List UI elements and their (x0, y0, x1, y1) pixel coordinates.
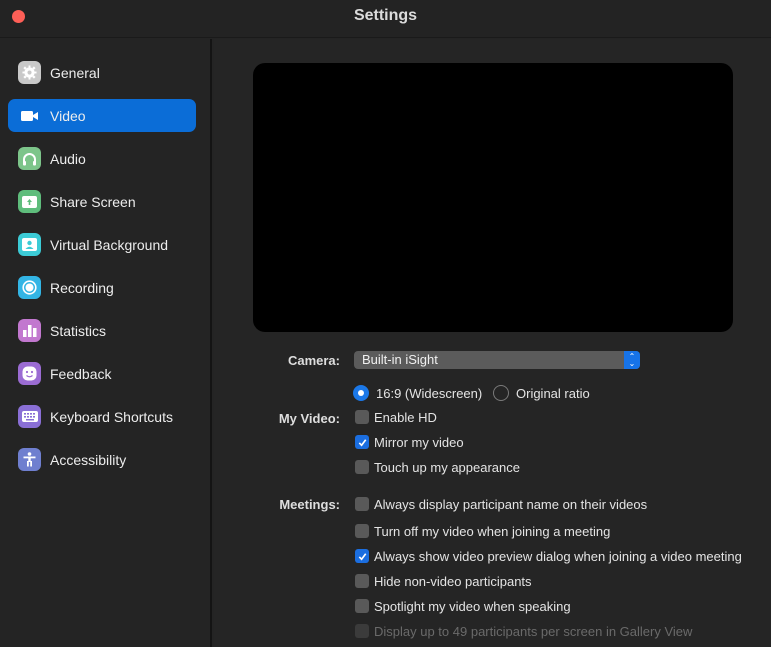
sidebar-item-label: General (50, 64, 100, 81)
option-label: Display up to 49 participants per screen… (374, 623, 693, 639)
mirror-video-label: Mirror my video (374, 434, 464, 450)
sidebar-item-keyboard-shortcuts[interactable]: Keyboard Shortcuts (8, 400, 196, 433)
sidebar-item-label: Accessibility (50, 451, 127, 468)
turn-off-video-checkbox[interactable]: Turn off my video when joining a meeting (355, 522, 610, 540)
camera-label: Camera: (287, 353, 340, 368)
video-camera-icon (18, 104, 41, 127)
option-label: Always show video preview dialog when jo… (374, 548, 742, 564)
enable-hd-checkbox[interactable]: Enable HD (355, 408, 437, 426)
sidebar-item-label: Statistics (50, 322, 107, 339)
chevron-up-down-icon: ⌃ ⌄ (624, 351, 640, 369)
sidebar-item-feedback[interactable]: Feedback (8, 357, 196, 390)
sidebar-item-statistics[interactable]: Statistics (8, 314, 196, 347)
option-label: Hide non-video participants (374, 573, 532, 589)
checkbox-icon (355, 497, 369, 511)
camera-select[interactable]: Built-in iSight ⌃ ⌄ (354, 351, 640, 369)
mirror-video-checkbox[interactable]: Mirror my video (355, 433, 464, 451)
checkmark-icon (355, 435, 369, 449)
sidebar-item-video[interactable]: Video (8, 99, 196, 132)
aspect-original-label: Original ratio (516, 385, 590, 401)
sidebar-item-label: Keyboard Shortcuts (50, 408, 173, 425)
checkbox-icon (355, 624, 369, 638)
option-label: Spotlight my video when speaking (374, 598, 571, 614)
checkbox-icon (355, 599, 369, 613)
aspect-widescreen-radio[interactable]: 16:9 (Widescreen) (353, 384, 482, 402)
keyboard-icon (18, 405, 41, 428)
radio-selected-icon (353, 385, 369, 401)
video-settings-panel: Camera: Built-in iSight ⌃ ⌄ 16:9 (Widescr… (214, 39, 771, 647)
my-video-label: My Video: (278, 411, 340, 426)
video-preview (253, 63, 733, 332)
feedback-icon (18, 362, 41, 385)
sidebar-item-label: Recording (50, 279, 114, 296)
checkbox-icon (355, 410, 369, 424)
sidebar-item-audio[interactable]: Audio (8, 142, 196, 175)
checkbox-icon (355, 524, 369, 538)
virtual-background-icon (18, 233, 41, 256)
spotlight-video-checkbox[interactable]: Spotlight my video when speaking (355, 597, 571, 615)
sidebar-item-label: Virtual Background (50, 236, 169, 253)
aspect-original-radio[interactable]: Original ratio (493, 384, 590, 402)
radio-unselected-icon (493, 385, 509, 401)
sidebar-item-general[interactable]: General (8, 56, 196, 89)
sidebar-item-label: Share Screen (50, 193, 136, 210)
window-title: Settings (353, 7, 418, 24)
headphones-icon (18, 147, 41, 170)
recording-icon (18, 276, 41, 299)
option-label: Always display participant name on their… (374, 496, 648, 512)
sidebar: General Video Audio Share Screen Virtual… (0, 39, 212, 647)
gallery-49-checkbox: Display up to 49 participants per screen… (355, 622, 692, 640)
checkmark-icon (355, 549, 369, 563)
option-label: Turn off my video when joining a meeting (374, 523, 611, 539)
title-bar: Settings (0, 0, 771, 38)
share-screen-icon (18, 190, 41, 213)
checkbox-icon (355, 574, 369, 588)
enable-hd-label: Enable HD (374, 409, 437, 425)
sidebar-item-label: Video (50, 107, 86, 124)
aspect-widescreen-label: 16:9 (Widescreen) (376, 385, 483, 401)
camera-select-value: Built-in iSight (362, 352, 438, 367)
accessibility-icon (18, 448, 41, 471)
meetings-label: Meetings: (279, 497, 340, 512)
sidebar-item-label: Feedback (50, 365, 112, 382)
sidebar-item-share-screen[interactable]: Share Screen (8, 185, 196, 218)
display-participant-name-checkbox[interactable]: Always display participant name on their… (355, 495, 647, 513)
touch-up-checkbox[interactable]: Touch up my appearance (355, 458, 520, 476)
sidebar-item-label: Audio (50, 150, 86, 167)
sidebar-item-virtual-background[interactable]: Virtual Background (8, 228, 196, 261)
sidebar-item-accessibility[interactable]: Accessibility (8, 443, 196, 476)
checkbox-icon (355, 460, 369, 474)
statistics-icon (18, 319, 41, 342)
sidebar-item-recording[interactable]: Recording (8, 271, 196, 304)
show-preview-dialog-checkbox[interactable]: Always show video preview dialog when jo… (355, 547, 742, 565)
touch-up-label: Touch up my appearance (374, 459, 520, 475)
gear-icon (18, 61, 41, 84)
hide-non-video-checkbox[interactable]: Hide non-video participants (355, 572, 532, 590)
